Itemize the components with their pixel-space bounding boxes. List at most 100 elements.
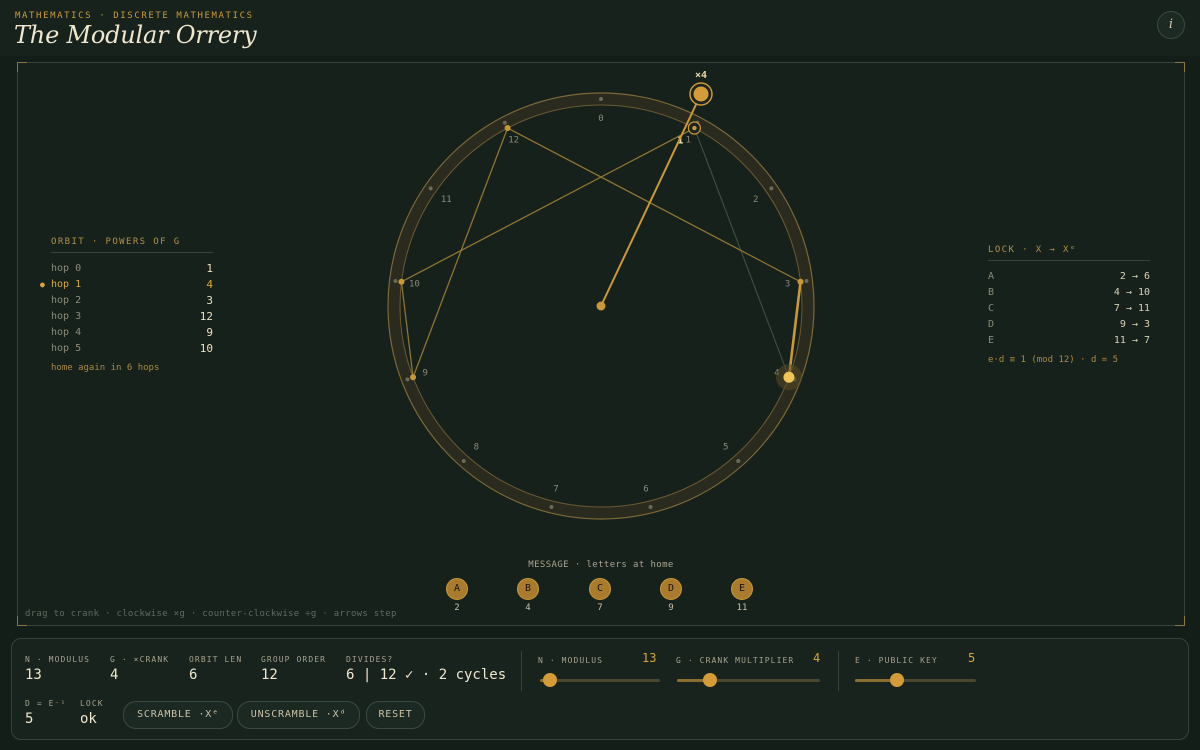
stat-group-order: GROUP ORDER 12 [261,655,326,683]
message-letter-badge: B [517,578,539,600]
orbit-row-label: hop 0 [51,263,82,274]
crank-hub [596,301,606,311]
dial-tick [405,377,410,382]
orbit-row: ● hop 1 4 [40,277,213,293]
dial-position-label: 3 [785,279,790,289]
modulus-slider-thumb[interactable] [542,673,557,687]
dial-tick [461,458,466,463]
orbit-row-value: 1 [206,262,213,275]
public-key-slider-value: 5 [968,651,976,665]
lock-row-value: 2 → 6 [1119,271,1150,282]
stat-crank: G · ×CRANK 4 [110,655,169,683]
dial-tick [599,97,603,101]
orbit-row: hop 5 10 [51,341,213,357]
orbit-row: hop 0 1 [51,261,213,277]
orbit-row: hop 3 12 [51,309,213,325]
lock-row-label: B [988,287,995,298]
orbit-note: home again in 6 hops [51,363,160,373]
lock-note: e·d ≡ 1 (mod 12) · d = 5 [988,355,1119,365]
public-key-slider[interactable] [855,673,976,687]
message-letter[interactable]: B4 [517,578,539,613]
orbit-panel-title: ORBIT · POWERS OF G [51,237,213,253]
stat-group-order-value: 12 [261,667,278,683]
lock-row-label: C [988,303,995,314]
dial-tick [502,120,507,125]
multiplier-slider[interactable] [677,673,820,687]
message-letter[interactable]: E 11 [731,578,753,613]
message-letter[interactable]: A2 [446,578,468,613]
breadcrumb: MATHEMATICS · DISCRETE MATHEMATICS [15,11,254,21]
info-button[interactable]: i [1157,11,1185,39]
stat-lock: LOCK ok [80,699,104,727]
orbit-row-label: hop 2 [51,295,82,306]
orbit-row-label: hop 1 [51,279,82,290]
lock-row: D 9 → 3 [988,317,1150,333]
dial-tick [393,279,398,284]
orbit-chord [412,127,509,378]
stat-lock-value: ok [80,711,97,727]
orbit-row-value: 3 [206,294,213,307]
orbit-row: hop 2 3 [51,293,213,309]
message-letter-badge: D [660,578,682,600]
orbit-node [398,278,405,285]
dial-position-label: 8 [474,443,479,453]
orbit-row-value: 4 [206,278,213,291]
message-label: MESSAGE · letters at home [528,560,674,570]
stat-lock-label: LOCK [80,699,104,708]
dial-position-label: 0 [598,114,603,124]
orbit-row-value: 12 [199,310,213,323]
crank-handle-knob [693,86,709,102]
stat-orbit-len-value: 6 [189,667,198,683]
lock-row: E 11 → 7 [988,333,1150,349]
message-letter[interactable]: D9 [660,578,682,613]
lock-row: C 7 → 11 [988,301,1150,317]
header-bar: MATHEMATICS · DISCRETE MATHEMATICS The M… [0,0,1200,56]
message-letter[interactable]: C7 [589,578,611,613]
lock-row-label: A [988,271,995,282]
modulus-slider[interactable] [540,673,660,687]
message-letter-badge: A [446,578,468,600]
lock-row-label: E [988,335,995,346]
stat-crank-label: G · ×CRANK [110,655,170,664]
divider [521,651,522,691]
stat-private-key-label: D = E⁻¹ [25,699,67,708]
scramble-button[interactable]: SCRAMBLE ·Xᵉ [123,701,233,729]
dial-position-label: 5 [723,443,728,453]
stat-crank-value: 4 [110,667,119,683]
lock-row-value: 7 → 11 [1113,303,1150,314]
dial-position-label: 12 [508,136,519,146]
dial-position-label: 2 [753,195,758,205]
reset-button[interactable]: RESET [366,701,425,729]
message-letter-value: 9 [668,603,674,613]
message-letter-badge: E [731,578,753,600]
unscramble-button[interactable]: UNSCRAMBLE ·Xᵈ [237,701,360,729]
multiplier-slider-label: G · CRANK MULTIPLIER [676,656,795,665]
orbit-node [504,125,511,132]
message-letter-badge: C [589,578,611,600]
orbit-chord-faint [693,127,790,378]
dial-tick [769,186,774,191]
orbit-row: hop 4 9 [51,325,213,341]
dial-tick [428,186,433,191]
stat-divides-label: DIVIDES? [346,655,394,664]
lock-row-value: 9 → 3 [1119,319,1150,330]
stat-private-key: D = E⁻¹ 5 [25,699,66,727]
modulus-slider-value: 13 [642,651,657,665]
orbit-row-label: hop 4 [51,327,82,338]
message-letter-value: 7 [597,603,603,613]
stat-modulus-value: 13 [25,667,42,683]
orbit-row-value: 10 [199,342,213,355]
stat-group-order-label: GROUP ORDER [261,655,327,664]
dial-position-label: 10 [409,279,420,289]
orbit-node [410,374,417,381]
multiplier-slider-thumb[interactable] [702,673,717,687]
public-key-slider-thumb[interactable] [890,673,905,687]
dial-tick [648,504,653,509]
dial-position-label: 1 [686,136,691,146]
orbit-panel: ORBIT · POWERS OF G hop 0 1 ● hop 1 4 hop 23h… [40,237,213,373]
public-key-slider-label: E · PUBLIC KEY [855,656,938,665]
modulus-slider-label: N · MODULUS [538,656,604,665]
orbit-row-value: 9 [206,326,213,339]
dial-tick [736,458,741,463]
stat-divides-value: 6 | 12 ✓ · 2 cycles [346,667,507,683]
